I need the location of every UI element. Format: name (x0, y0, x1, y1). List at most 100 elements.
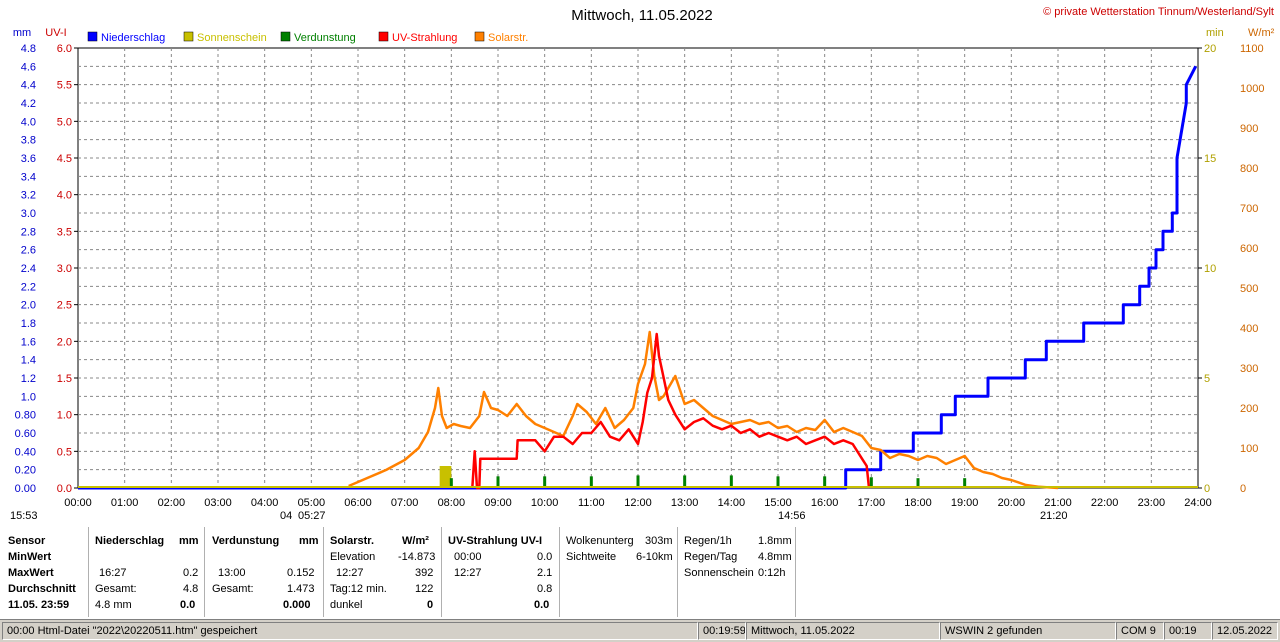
uv-tick-label: 3.5 (57, 226, 72, 238)
mm-tick-label: 1.0 (21, 391, 36, 403)
chart-credit: © private Wetterstation Tinnum/Westerlan… (1043, 6, 1274, 18)
x-tick-label: 17:00 (858, 497, 886, 509)
niederschlag-unit: mm (179, 535, 199, 547)
x-tick-label: 09:00 (484, 497, 512, 509)
legend-swatch (474, 31, 485, 42)
solar-elevation-label: Elevation (330, 551, 376, 563)
sensor-panel: Sensor MinWert MaxWert Durchschnitt 11.0… (0, 527, 89, 617)
mm-tick-label: 4.8 (21, 43, 36, 55)
wolken-panel: Wolkenunterg 303m Sichtweite 6-10km (560, 527, 678, 617)
legend-swatch (87, 31, 98, 42)
verdunstung-max-time: 13:00 (218, 567, 246, 579)
verdunstung-header: Verdunstung (212, 535, 280, 547)
mm-tick-label: 0.00 (15, 483, 36, 495)
x-tick-label: 13:00 (671, 497, 699, 509)
sonnenschein-value: 0:12h (758, 567, 786, 579)
regentag-label: Regen/Tag (684, 551, 738, 563)
x-tick-label: 02:00 (158, 497, 186, 509)
uv-tick-label: 0.0 (57, 483, 72, 495)
timestamp-label: 11.05. 23:59 (8, 599, 70, 611)
solar-max-value: 392 (415, 567, 434, 579)
regen1h-label: Regen/1h (684, 535, 732, 547)
x-tick-label: 06:00 (344, 497, 372, 509)
minwert-label: MinWert (8, 551, 52, 563)
wolken-value: 303m (645, 535, 673, 547)
verdunstung-max-value: 0.152 (287, 567, 315, 579)
moonrise-label: 15:53 (10, 510, 38, 522)
wm2-tick-label: 400 (1240, 323, 1258, 335)
uv-tick-label: 2.5 (57, 300, 72, 312)
uv-tick-label: 5.0 (57, 116, 72, 128)
uv-min-value: 0.0 (537, 551, 553, 563)
uv-tick-label: 4.0 (57, 190, 72, 202)
x-tick-label: 07:00 (391, 497, 419, 509)
x-tick-label: 21:00 (1044, 497, 1072, 509)
solar-unit: W/m² (402, 535, 429, 547)
min-tick-label: 5 (1204, 373, 1210, 385)
sunset-label: 21:20 (1040, 510, 1068, 522)
maxwert-label: MaxWert (8, 567, 54, 579)
wm2-tick-label: 900 (1240, 123, 1258, 135)
wolken-label: Wolkenunterg (566, 535, 634, 547)
uv-avg-value: 0.8 (537, 583, 553, 595)
mm-tick-label: 0.60 (15, 428, 36, 440)
niederschlag-panel: Niederschlag mm 16:27 0.2 Gesamt: 4.8 4.… (89, 527, 205, 617)
sichtweite-label: Sichtweite (566, 551, 617, 563)
solar-dunkel-label: dunkel (330, 599, 363, 611)
wm2-tick-label: 100 (1240, 443, 1258, 455)
mm-tick-label: 0.40 (15, 446, 36, 458)
uv-tick-label: 1.5 (57, 373, 72, 385)
legend-label: UV-Strahlung (392, 32, 457, 44)
sensor-header: Sensor (8, 535, 46, 547)
sonnenschein-label: Sonnenschein (684, 567, 754, 579)
legend-swatch (280, 31, 291, 42)
wm2-tick-label: 300 (1240, 363, 1258, 375)
niederschlag-max-value: 0.2 (183, 567, 199, 579)
legend-label: Sonnenschein (197, 32, 267, 44)
min-tick-label: 15 (1204, 153, 1216, 165)
legend-label: Solarstr. (488, 32, 528, 44)
uv-panel: UV-Strahlung UV-I 00:00 0.0 12:27 2.1 0.… (442, 527, 560, 617)
x-tick-label: 00:00 (64, 497, 92, 509)
solar-tag-value: 122 (415, 583, 434, 595)
solar-max-time: 12:27 (336, 567, 364, 579)
status-day: 12.05.2022 (1212, 622, 1278, 640)
uv-max-time: 12:27 (454, 567, 482, 579)
niederschlag-max-time: 16:27 (99, 567, 127, 579)
solar-tag-label: Tag:12 min. (330, 583, 387, 595)
min-axis-label: min (1206, 27, 1224, 39)
legend-label: Niederschlag (101, 32, 165, 44)
wm2-tick-label: 800 (1240, 163, 1258, 175)
uv-tick-label: 4.5 (57, 153, 72, 165)
moonset-label: 14:56 (778, 510, 806, 522)
x-tick-label: 18:00 (904, 497, 932, 509)
solar-dunkel-value: 0 (427, 599, 434, 611)
weather-chart: 00:00 01:00 02:00 03:00 04:00 05:00 06:00 07:00… (10, 6, 1275, 522)
mm-tick-label: 2.2 (21, 281, 36, 293)
mm-tick-label: 3.4 (21, 171, 36, 183)
verdunstung-gesamt-value: 1.473 (287, 583, 315, 595)
wm2-tick-label: 1100 (1240, 43, 1264, 55)
sunrise2-label: 05:27 (298, 510, 326, 522)
wm2-tick-label: 200 (1240, 403, 1258, 415)
status-wswin: WSWIN 2 gefunden (940, 622, 1116, 640)
mm-tick-label: 2.6 (21, 245, 36, 257)
x-tick-label: 14:00 (718, 497, 746, 509)
niederschlag-avg-label: 4.8 mm (95, 599, 132, 611)
x-tick-label: 01:00 (111, 497, 139, 509)
mm-tick-label: 3.2 (21, 190, 36, 202)
mm-tick-label: 0.80 (15, 410, 36, 422)
mm-tick-label: 4.4 (21, 80, 36, 92)
x-tick-label: 11:00 (578, 497, 605, 509)
min-tick-label: 0 (1204, 483, 1210, 495)
solar-elevation-value: -14.873 (398, 551, 436, 563)
mm-tick-label: 2.8 (21, 226, 36, 238)
regen-panel: Regen/1h 1.8mm Regen/Tag 4.8mm Sonnensch… (678, 527, 796, 617)
mm-axis-label: mm (13, 27, 31, 39)
mm-tick-label: 4.2 (21, 98, 36, 110)
legend-label: Verdunstung (294, 32, 356, 44)
uv-tick-label: 6.0 (57, 43, 72, 55)
solar-header: Solarstr. (330, 535, 375, 547)
x-tick-label: 15:00 (764, 497, 792, 509)
status-message: 00:00 Html-Datei "2022\20220511.htm" ges… (2, 622, 698, 640)
